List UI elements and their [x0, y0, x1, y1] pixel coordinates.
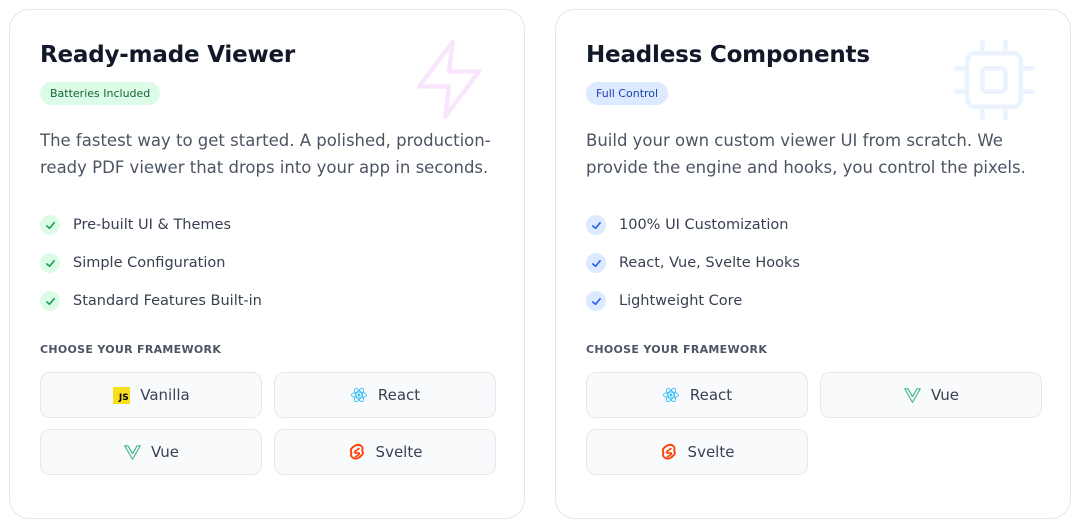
- feature-label: Simple Configuration: [73, 255, 226, 271]
- framework-label: Svelte: [375, 443, 423, 461]
- framework-button-react[interactable]: React: [274, 372, 496, 418]
- feature-label: Standard Features Built-in: [73, 293, 262, 309]
- check-icon: [40, 253, 60, 273]
- feature-list: 100% UI Customization React, Vue, Svelte…: [586, 206, 800, 320]
- feature-item: React, Vue, Svelte Hooks: [586, 244, 800, 282]
- ready-made-viewer-card: Ready-made Viewer Batteries Included The…: [9, 9, 525, 519]
- card-description: The fastest way to get started. A polish…: [40, 131, 491, 177]
- card-title: Ready-made Viewer: [40, 42, 296, 68]
- feature-item: Standard Features Built-in: [40, 282, 262, 320]
- framework-label: React: [377, 386, 421, 404]
- feature-item: Simple Configuration: [40, 244, 262, 282]
- page: Ready-made Viewer Batteries Included The…: [0, 0, 1080, 519]
- headless-components-card: Headless Components Full Control Build y…: [555, 9, 1071, 519]
- lightning-bolt-icon: [416, 39, 482, 119]
- framework-section-label: CHOOSE YOUR FRAMEWORK: [40, 343, 222, 356]
- framework-button-svelte[interactable]: Svelte: [586, 429, 808, 475]
- card-title: Headless Components: [586, 42, 870, 68]
- cpu-chip-icon: [953, 39, 1035, 121]
- feature-item: 100% UI Customization: [586, 206, 800, 244]
- feature-label: Lightweight Core: [619, 293, 743, 309]
- feature-item: Pre-built UI & Themes: [40, 206, 262, 244]
- check-icon: [40, 215, 60, 235]
- status-badge: Batteries Included: [40, 82, 161, 105]
- react-icon: [662, 386, 680, 404]
- feature-label: Pre-built UI & Themes: [73, 217, 232, 233]
- framework-button-vue[interactable]: Vue: [820, 372, 1042, 418]
- check-icon: [586, 253, 606, 273]
- framework-label: Vue: [151, 443, 179, 461]
- react-icon: [350, 386, 368, 404]
- status-badge: Full Control: [586, 82, 669, 105]
- javascript-icon: JS: [112, 386, 130, 404]
- framework-button-react[interactable]: React: [586, 372, 808, 418]
- framework-label: Svelte: [687, 443, 735, 461]
- feature-label: 100% UI Customization: [619, 217, 789, 233]
- framework-label: Vanilla: [140, 386, 190, 404]
- check-icon: [586, 291, 606, 311]
- framework-label: Vue: [931, 386, 959, 404]
- check-icon: [40, 291, 60, 311]
- feature-label: React, Vue, Svelte Hooks: [619, 255, 800, 271]
- framework-button-vue[interactable]: Vue: [40, 429, 262, 475]
- feature-item: Lightweight Core: [586, 282, 800, 320]
- framework-button-vanilla[interactable]: JS Vanilla: [40, 372, 262, 418]
- framework-section-label: CHOOSE YOUR FRAMEWORK: [586, 343, 768, 356]
- svelte-icon: [660, 443, 678, 461]
- framework-button-svelte[interactable]: Svelte: [274, 429, 496, 475]
- card-description: Build your own custom viewer UI from scr…: [586, 131, 1026, 177]
- check-icon: [586, 215, 606, 235]
- framework-label: React: [689, 386, 733, 404]
- vue-icon: [123, 443, 141, 461]
- svelte-icon: [348, 443, 366, 461]
- feature-list: Pre-built UI & Themes Simple Configurati…: [40, 206, 262, 320]
- vue-icon: [903, 386, 921, 404]
